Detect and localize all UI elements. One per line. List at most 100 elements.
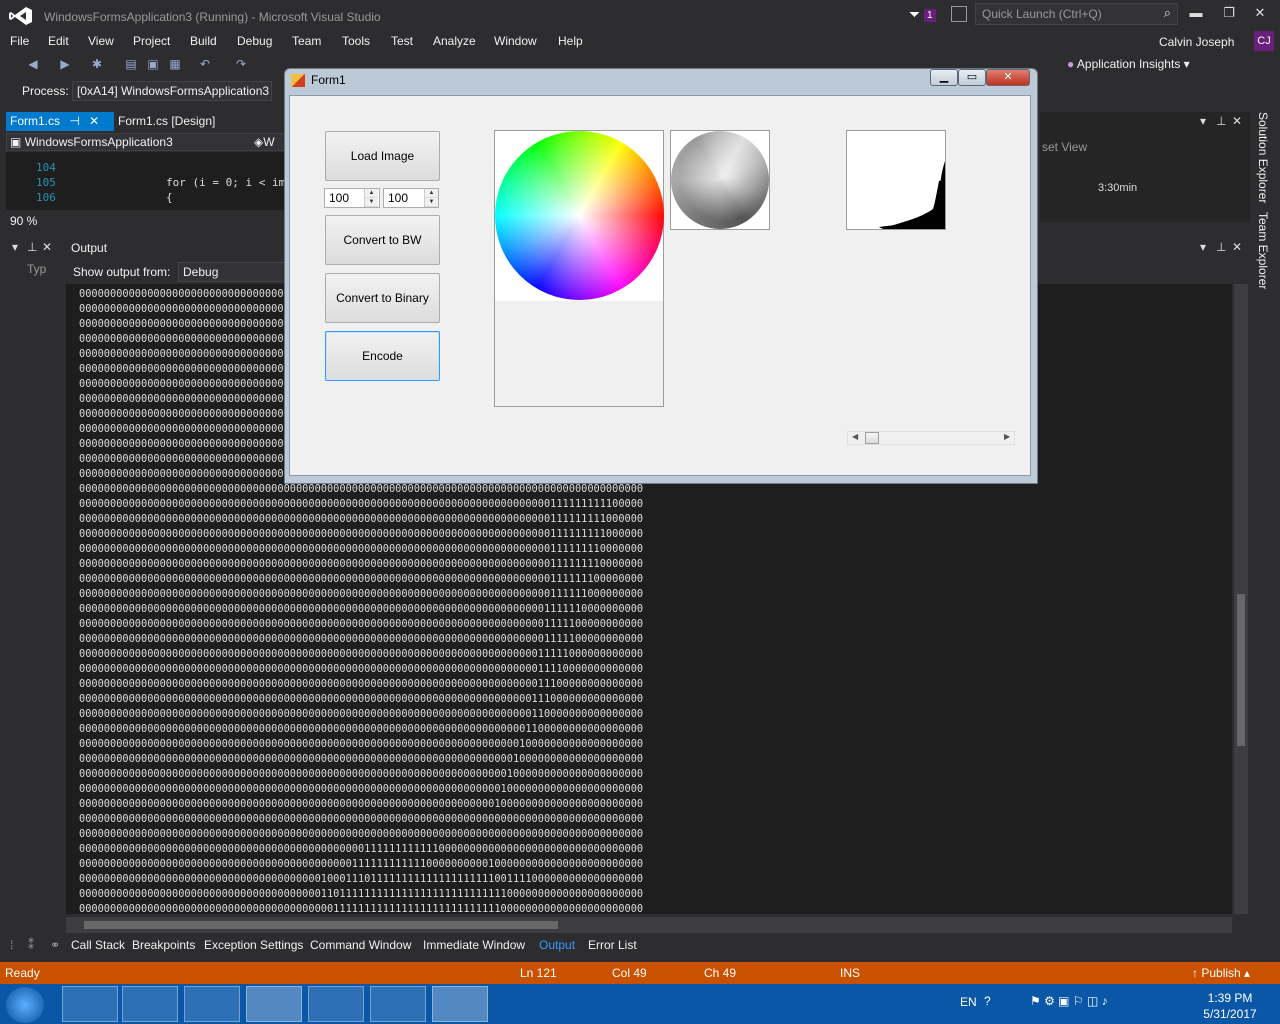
pin-icon[interactable]: ⊣: [69, 114, 79, 128]
new-project-icon[interactable]: ✱: [90, 57, 104, 71]
close-tab-icon[interactable]: ✕: [89, 114, 99, 128]
dropdown-icon[interactable]: ▾: [12, 240, 18, 254]
menu-window[interactable]: Window: [494, 34, 537, 48]
tab-error-list[interactable]: Error List: [588, 938, 637, 952]
pin-icon[interactable]: ⊥: [1216, 240, 1226, 254]
code-line[interactable]: for (i = 0; i < im: [166, 176, 285, 189]
autos-icon[interactable]: ⁞: [10, 938, 13, 952]
editor-footer: [6, 212, 285, 230]
file-explorer-icon[interactable]: [62, 986, 118, 1022]
spin-down-icon[interactable]: ▼: [425, 198, 438, 207]
menu-help[interactable]: Help: [558, 34, 583, 48]
form-minimize-button[interactable]: ▁: [930, 69, 958, 86]
help-icon[interactable]: ?: [984, 994, 991, 1008]
maximize-button[interactable]: ❐: [1219, 5, 1239, 23]
open-file-icon[interactable]: ▤: [124, 57, 138, 71]
menu-bar: File Edit View Project Build Debug Team …: [0, 32, 1280, 52]
code-line[interactable]: {: [166, 191, 173, 204]
output-line: 0000000000000000000000000000000000000000…: [79, 678, 644, 690]
tray-icons[interactable]: ⚑ ⚙ ▣ ⚐ ◫ ♪: [1030, 994, 1108, 1008]
pin-icon[interactable]: ⊥: [1216, 114, 1226, 128]
form-scroll-thumb[interactable]: [865, 432, 879, 444]
close-button[interactable]: ✕: [1250, 5, 1270, 23]
member-navigation-select[interactable]: ◈W: [254, 135, 275, 149]
menu-edit[interactable]: Edit: [48, 34, 69, 48]
form-close-button[interactable]: ✕: [986, 69, 1030, 86]
scroll-left-icon[interactable]: ◀: [852, 432, 858, 441]
publish-button[interactable]: ↑ Publish ▴: [1192, 966, 1250, 980]
tab-form1-cs[interactable]: Form1.cs ⊣ ✕: [6, 112, 114, 131]
convert-to-binary-button[interactable]: Convert to Binary: [325, 273, 440, 323]
team-explorer-tab[interactable]: Team Explorer: [1256, 212, 1270, 289]
minimize-button[interactable]: ▬: [1186, 5, 1206, 23]
back-icon[interactable]: ◀: [26, 57, 40, 71]
clock-time: 1:39 PM: [1207, 991, 1253, 1005]
undo-icon[interactable]: ↶: [198, 57, 212, 71]
language-indicator[interactable]: EN: [960, 995, 977, 1009]
convert-to-bw-button[interactable]: Convert to BW: [325, 215, 440, 265]
pin-icon[interactable]: ⊥: [27, 240, 37, 254]
forward-icon[interactable]: ▶: [58, 57, 72, 71]
tab-output[interactable]: Output: [539, 938, 575, 952]
scroll-right-icon[interactable]: ▶: [1004, 432, 1010, 441]
watch-icon[interactable]: ⚭: [50, 938, 60, 952]
menu-team[interactable]: Team: [292, 34, 321, 48]
form-title: Form1: [311, 73, 346, 87]
height-spinner[interactable]: ▲ ▼: [424, 189, 438, 207]
visual-studio-taskbar-icon[interactable]: [246, 986, 302, 1022]
start-button[interactable]: [6, 987, 44, 1023]
output-source-select[interactable]: Debug: [178, 262, 285, 282]
save-all-icon[interactable]: ▦: [168, 57, 182, 71]
close-icon[interactable]: ✕: [42, 240, 52, 254]
chrome-icon[interactable]: [184, 986, 240, 1022]
width-spinner[interactable]: ▲ ▼: [364, 189, 378, 207]
zoom-level-select[interactable]: 90 %: [10, 214, 37, 228]
left-panel-strip: [6, 258, 64, 914]
output-line: 0000000000000000000000000000000000000000…: [79, 813, 644, 825]
save-icon[interactable]: ▣: [146, 57, 160, 71]
tab-call-stack[interactable]: Call Stack: [71, 938, 125, 952]
redo-icon[interactable]: ↷: [234, 57, 248, 71]
tab-immediate-window[interactable]: Immediate Window: [423, 938, 525, 952]
load-image-button[interactable]: Load Image: [325, 131, 440, 181]
menu-debug[interactable]: Debug: [237, 34, 272, 48]
encode-button[interactable]: Encode: [325, 331, 440, 381]
form-maximize-button[interactable]: ▭: [958, 69, 986, 86]
user-name[interactable]: Calvin Joseph: [1159, 35, 1234, 49]
notepad-icon[interactable]: [370, 986, 426, 1022]
close-icon[interactable]: ✕: [1232, 114, 1242, 128]
spin-up-icon[interactable]: ▲: [425, 189, 438, 198]
horizontal-scroll-thumb[interactable]: [84, 921, 558, 929]
dropdown-icon[interactable]: ▾: [1200, 114, 1206, 128]
vertical-scroll-thumb[interactable]: [1237, 594, 1245, 746]
menu-project[interactable]: Project: [133, 34, 170, 48]
class-navigation-select[interactable]: ▣ WindowsFormsApplication3: [10, 135, 242, 149]
media-player-icon[interactable]: [122, 986, 178, 1022]
menu-file[interactable]: File: [10, 34, 29, 48]
menu-test[interactable]: Test: [391, 34, 413, 48]
menu-build[interactable]: Build: [190, 34, 217, 48]
menu-view[interactable]: View: [88, 34, 114, 48]
application-insights-button[interactable]: ● Application Insights ▾: [1067, 57, 1190, 71]
tab-form1-design[interactable]: Form1.cs [Design]: [118, 114, 215, 128]
form1-taskbar-icon[interactable]: [432, 986, 488, 1022]
feedback-icon[interactable]: [951, 6, 967, 22]
dropdown-icon[interactable]: ▾: [1200, 240, 1206, 254]
winrar-icon[interactable]: [308, 986, 364, 1022]
menu-tools[interactable]: Tools: [342, 34, 370, 48]
solution-explorer-tab[interactable]: Solution Explorer: [1256, 112, 1270, 203]
tab-command-window[interactable]: Command Window: [310, 938, 411, 952]
tab-breakpoints[interactable]: Breakpoints: [132, 938, 195, 952]
spin-down-icon[interactable]: ▼: [365, 198, 378, 207]
process-select[interactable]: [0xA14] WindowsFormsApplication3: [72, 81, 272, 101]
avatar[interactable]: CJ: [1254, 31, 1274, 51]
filter-icon[interactable]: ⏷ 1: [909, 6, 939, 24]
locals-icon[interactable]: ⁑: [28, 938, 34, 952]
tab-exception-settings[interactable]: Exception Settings: [204, 938, 303, 952]
system-clock[interactable]: 1:39 PM 5/31/2017: [1190, 990, 1270, 1022]
output-line: 0000000000000000000000000000000000000000…: [79, 663, 644, 675]
close-icon[interactable]: ✕: [1232, 240, 1242, 254]
spin-up-icon[interactable]: ▲: [365, 189, 378, 198]
quick-launch-input[interactable]: Quick Launch (Ctrl+Q) ⌕: [975, 3, 1178, 25]
menu-analyze[interactable]: Analyze: [433, 34, 476, 48]
